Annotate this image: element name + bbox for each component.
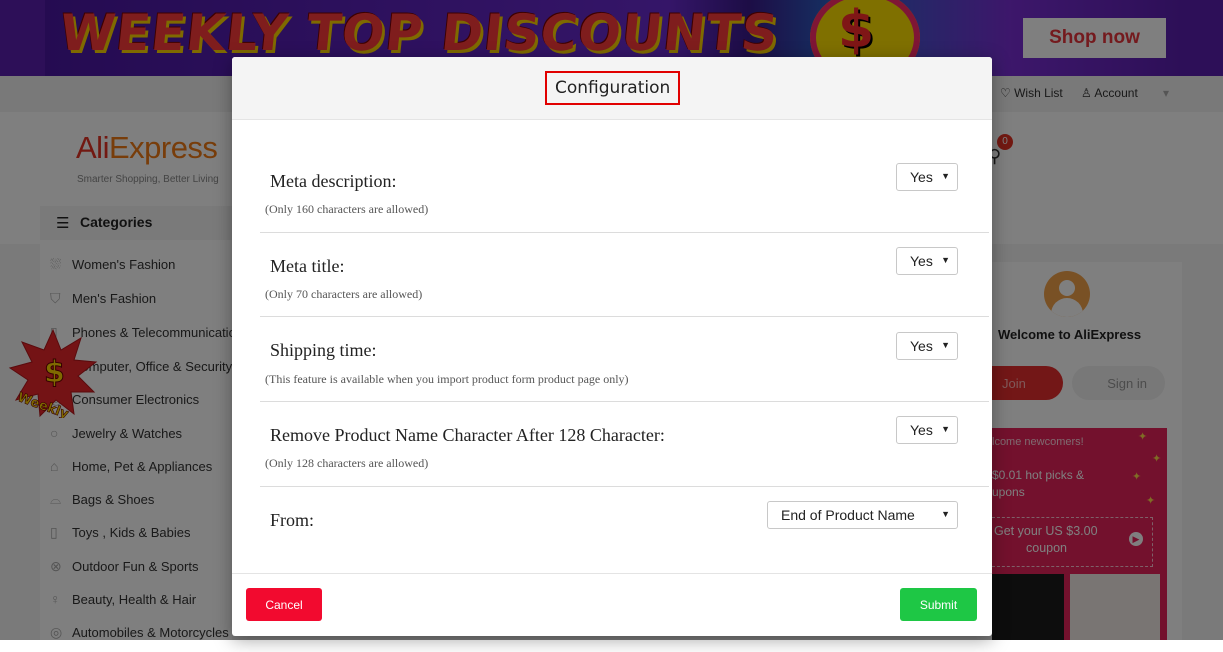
from-select[interactable]: End of Product Name ▼ bbox=[767, 501, 958, 529]
modal-footer-divider bbox=[232, 573, 992, 574]
row-divider bbox=[260, 401, 989, 402]
modal-header: Configuration bbox=[232, 57, 992, 120]
remove-product-name-select[interactable]: Yes ▼ bbox=[896, 416, 958, 444]
meta-description-value: Yes bbox=[910, 169, 933, 185]
chevron-down-icon: ▼ bbox=[941, 255, 950, 265]
shipping-time-note: (This feature is available when you impo… bbox=[265, 372, 629, 386]
remove-product-name-note: (Only 128 characters are allowed) bbox=[265, 456, 429, 470]
meta-title-note: (Only 70 characters are allowed) bbox=[265, 287, 423, 301]
row-divider bbox=[260, 316, 989, 317]
meta-description-select[interactable]: Yes ▼ bbox=[896, 163, 958, 191]
submit-button[interactable]: Submit bbox=[900, 588, 977, 621]
chevron-down-icon: ▼ bbox=[941, 340, 950, 350]
meta-description-note: (Only 160 characters are allowed) bbox=[265, 202, 429, 216]
shipping-time-select[interactable]: Yes ▼ bbox=[896, 332, 958, 360]
configuration-modal: Configuration Meta description: (Only 16… bbox=[232, 57, 992, 636]
modal-title: Configuration bbox=[545, 71, 681, 105]
chevron-down-icon: ▼ bbox=[941, 171, 950, 181]
shipping-time-value: Yes bbox=[910, 338, 933, 354]
meta-title-label: Meta title: bbox=[270, 256, 345, 276]
meta-description-label: Meta description: bbox=[270, 171, 397, 191]
row-divider bbox=[260, 232, 989, 233]
meta-title-value: Yes bbox=[910, 253, 933, 269]
from-label: From: bbox=[270, 510, 315, 530]
remove-product-name-label: Remove Product Name Character After 128 … bbox=[270, 425, 665, 445]
chevron-down-icon: ▼ bbox=[941, 509, 950, 519]
remove-product-name-value: Yes bbox=[910, 422, 933, 438]
shipping-time-label: Shipping time: bbox=[270, 340, 377, 360]
cancel-button[interactable]: Cancel bbox=[246, 588, 322, 621]
row-divider bbox=[260, 486, 989, 487]
chevron-down-icon: ▼ bbox=[941, 424, 950, 434]
from-value: End of Product Name bbox=[781, 507, 915, 523]
meta-title-select[interactable]: Yes ▼ bbox=[896, 247, 958, 275]
